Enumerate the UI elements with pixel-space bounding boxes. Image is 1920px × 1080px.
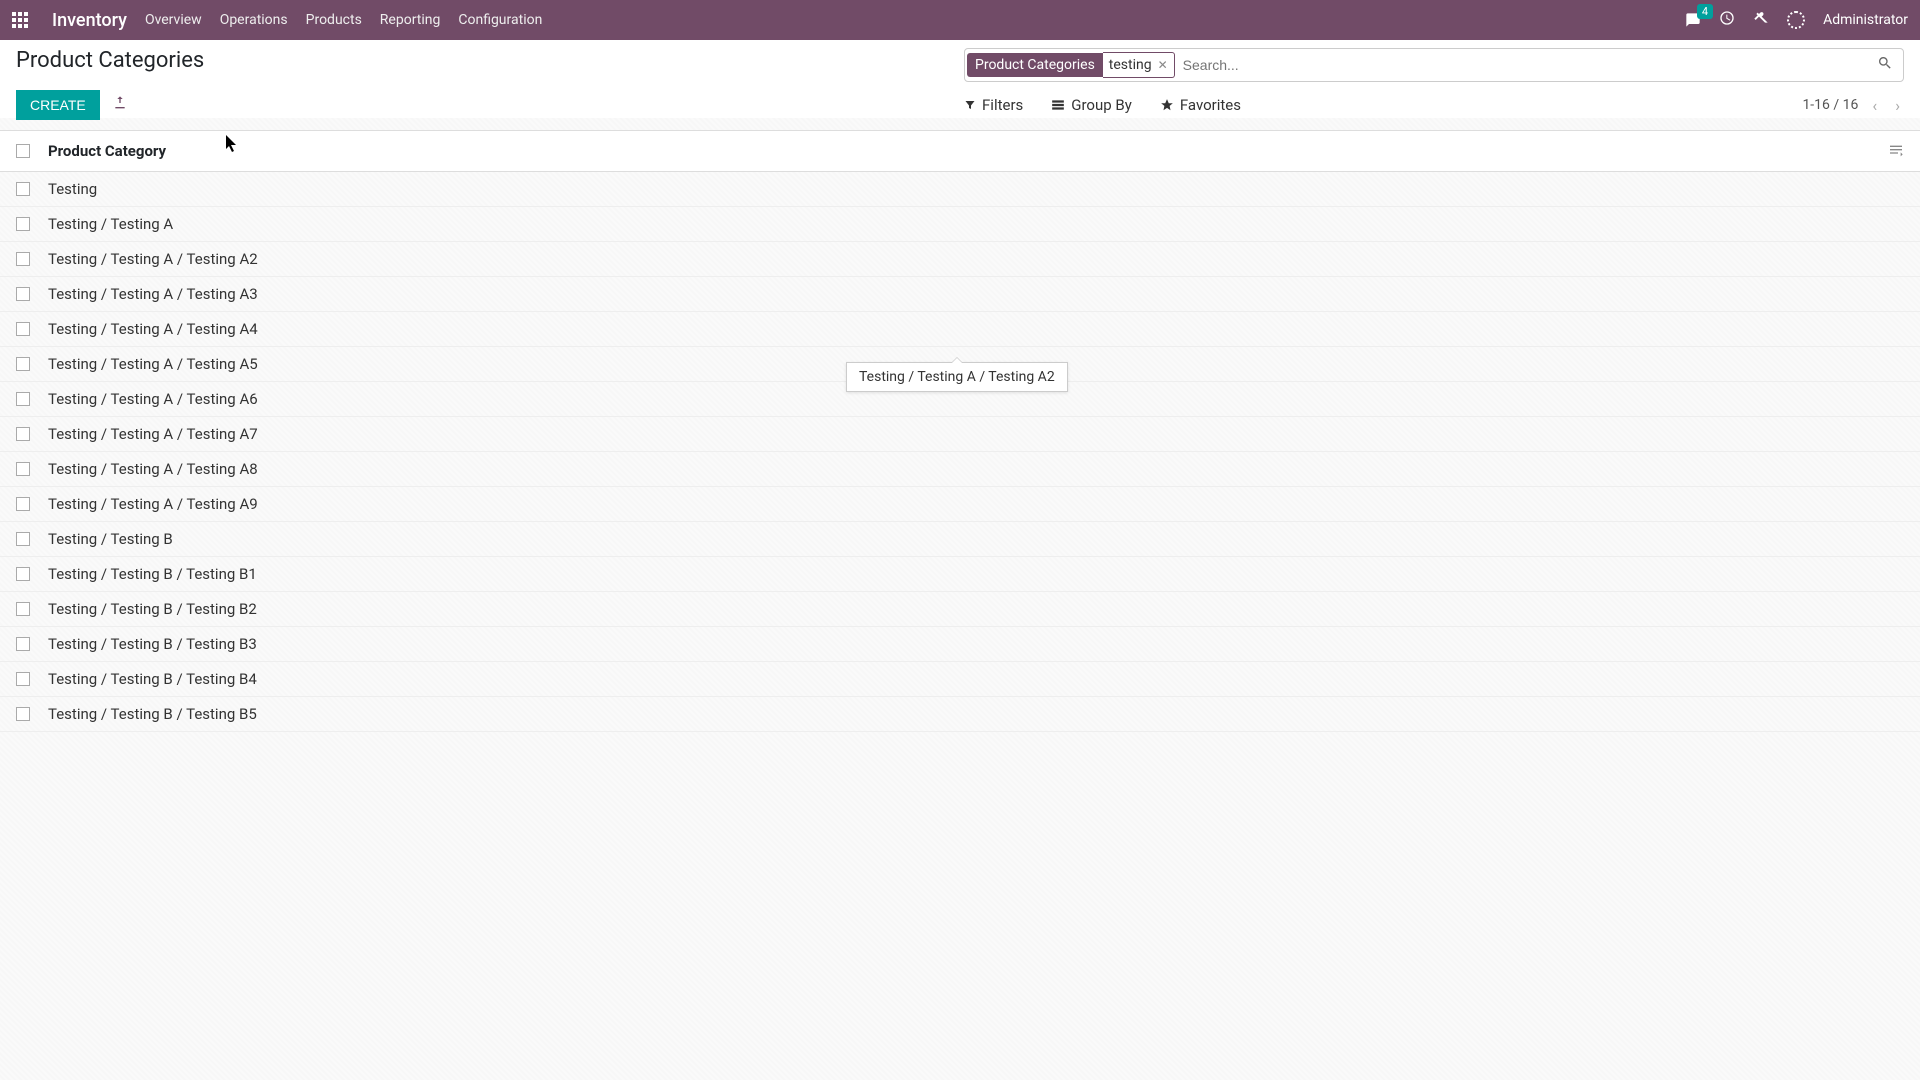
search-facet[interactable]: Product Categories xyxy=(967,53,1103,77)
cp-top: Product Categories Product Categories te… xyxy=(16,48,1904,82)
row-label: Testing / Testing B / Testing B1 xyxy=(48,565,257,583)
user-menu[interactable]: Administrator xyxy=(1823,12,1908,28)
cp-bottom: CREATE Filters Group By Favorites 1-16 /… xyxy=(16,90,1904,130)
tools-icon[interactable] xyxy=(1753,10,1769,30)
table-row[interactable]: Testing / Testing A / Testing A3 xyxy=(0,277,1920,312)
row-label: Testing / Testing B / Testing B4 xyxy=(48,670,257,688)
clock-icon[interactable] xyxy=(1719,10,1735,30)
table-row[interactable]: Testing / Testing A / Testing A9 xyxy=(0,487,1920,522)
table-row[interactable]: Testing / Testing B / Testing B2 xyxy=(0,592,1920,627)
search-value-tag: testing ✕ xyxy=(1103,52,1175,78)
list-body: Testing Testing / Testing A Testing / Test… xyxy=(0,172,1920,732)
row-checkbox[interactable] xyxy=(16,217,30,231)
nav-operations[interactable]: Operations xyxy=(220,12,288,28)
table-row[interactable]: Testing / Testing A xyxy=(0,207,1920,242)
control-panel: Product Categories Product Categories te… xyxy=(0,40,1920,130)
loading-icon xyxy=(1787,11,1805,29)
messaging-icon[interactable]: 4 xyxy=(1685,12,1701,28)
search-input[interactable] xyxy=(1175,53,1867,77)
table-row[interactable]: Testing / Testing A / Testing A2 xyxy=(0,242,1920,277)
row-checkbox[interactable] xyxy=(16,497,30,511)
searchbox[interactable]: Product Categories testing ✕ xyxy=(964,48,1904,82)
row-label: Testing / Testing B / Testing B2 xyxy=(48,600,257,618)
row-checkbox[interactable] xyxy=(16,672,30,686)
row-label: Testing / Testing B / Testing B5 xyxy=(48,705,257,723)
filters-label: Filters xyxy=(982,96,1023,114)
row-checkbox[interactable] xyxy=(16,392,30,406)
table-row[interactable]: Testing xyxy=(0,172,1920,207)
navbar-right: 4 Administrator xyxy=(1685,10,1908,30)
list-settings-icon[interactable] xyxy=(1888,141,1904,161)
row-checkbox[interactable] xyxy=(16,182,30,196)
groupby-label: Group By xyxy=(1071,96,1132,114)
nav-overview[interactable]: Overview xyxy=(145,12,202,28)
table-row[interactable]: Testing / Testing B / Testing B4 xyxy=(0,662,1920,697)
row-label: Testing / Testing A / Testing A6 xyxy=(48,390,258,408)
favorites-label: Favorites xyxy=(1180,96,1241,114)
table-row[interactable]: Testing / Testing A / Testing A7 xyxy=(0,417,1920,452)
nav-reporting[interactable]: Reporting xyxy=(380,12,441,28)
table-row[interactable]: Testing / Testing B / Testing B1 xyxy=(0,557,1920,592)
row-checkbox[interactable] xyxy=(16,602,30,616)
nav-products[interactable]: Products xyxy=(306,12,362,28)
search-clear-icon[interactable]: ✕ xyxy=(1158,58,1168,72)
row-label: Testing / Testing B / Testing B3 xyxy=(48,635,257,653)
row-label: Testing / Testing A / Testing A7 xyxy=(48,425,258,443)
row-label: Testing / Testing A xyxy=(48,215,173,233)
row-checkbox[interactable] xyxy=(16,637,30,651)
message-badge: 4 xyxy=(1697,4,1713,19)
row-label: Testing / Testing A / Testing A4 xyxy=(48,320,258,338)
row-checkbox[interactable] xyxy=(16,462,30,476)
row-checkbox[interactable] xyxy=(16,322,30,336)
apps-icon[interactable] xyxy=(12,12,28,28)
tooltip-text: Testing / Testing A / Testing A2 xyxy=(859,369,1055,385)
row-label: Testing / Testing A / Testing A2 xyxy=(48,250,258,268)
create-button[interactable]: CREATE xyxy=(16,90,100,120)
table-row[interactable]: Testing / Testing A / Testing A8 xyxy=(0,452,1920,487)
navbar: Inventory Overview Operations Products R… xyxy=(0,0,1920,40)
table-row[interactable]: Testing / Testing B xyxy=(0,522,1920,557)
column-header[interactable]: Product Category xyxy=(48,142,166,160)
row-label: Testing / Testing A / Testing A8 xyxy=(48,460,258,478)
table-row[interactable]: Testing / Testing B / Testing B3 xyxy=(0,627,1920,662)
tooltip: Testing / Testing A / Testing A2 xyxy=(846,362,1068,392)
row-checkbox[interactable] xyxy=(16,707,30,721)
row-checkbox[interactable] xyxy=(16,357,30,371)
filters-button[interactable]: Filters xyxy=(964,96,1023,115)
row-label: Testing / Testing A / Testing A3 xyxy=(48,285,258,303)
list-header: Product Category xyxy=(0,130,1920,172)
pager-text: 1-16 / 16 xyxy=(1802,97,1858,113)
table-row[interactable]: Testing / Testing B / Testing B5 xyxy=(0,697,1920,732)
navbar-left: Inventory Overview Operations Products R… xyxy=(12,10,542,31)
pager: 1-16 / 16 ‹ › xyxy=(1802,96,1904,115)
nav-configuration[interactable]: Configuration xyxy=(458,12,542,28)
row-label: Testing / Testing B xyxy=(48,530,173,548)
search-value-text: testing xyxy=(1109,57,1152,73)
row-label: Testing / Testing A / Testing A9 xyxy=(48,495,258,513)
search-icon[interactable] xyxy=(1867,55,1903,75)
pager-prev-icon[interactable]: ‹ xyxy=(1868,96,1881,115)
row-label: Testing xyxy=(48,180,97,198)
brand[interactable]: Inventory xyxy=(52,10,127,31)
groupby-button[interactable]: Group By xyxy=(1051,96,1132,115)
import-icon[interactable] xyxy=(112,95,128,115)
toolbar-filters: Filters Group By Favorites 1-16 / 16 ‹ › xyxy=(964,96,1904,115)
favorites-button[interactable]: Favorites xyxy=(1160,96,1241,115)
row-checkbox[interactable] xyxy=(16,532,30,546)
pager-next-icon[interactable]: › xyxy=(1891,96,1904,115)
page-title: Product Categories xyxy=(16,48,204,73)
table-row[interactable]: Testing / Testing A / Testing A4 xyxy=(0,312,1920,347)
row-checkbox[interactable] xyxy=(16,567,30,581)
row-label: Testing / Testing A / Testing A5 xyxy=(48,355,258,373)
select-all-checkbox[interactable] xyxy=(16,144,30,158)
row-checkbox[interactable] xyxy=(16,287,30,301)
row-checkbox[interactable] xyxy=(16,427,30,441)
row-checkbox[interactable] xyxy=(16,252,30,266)
